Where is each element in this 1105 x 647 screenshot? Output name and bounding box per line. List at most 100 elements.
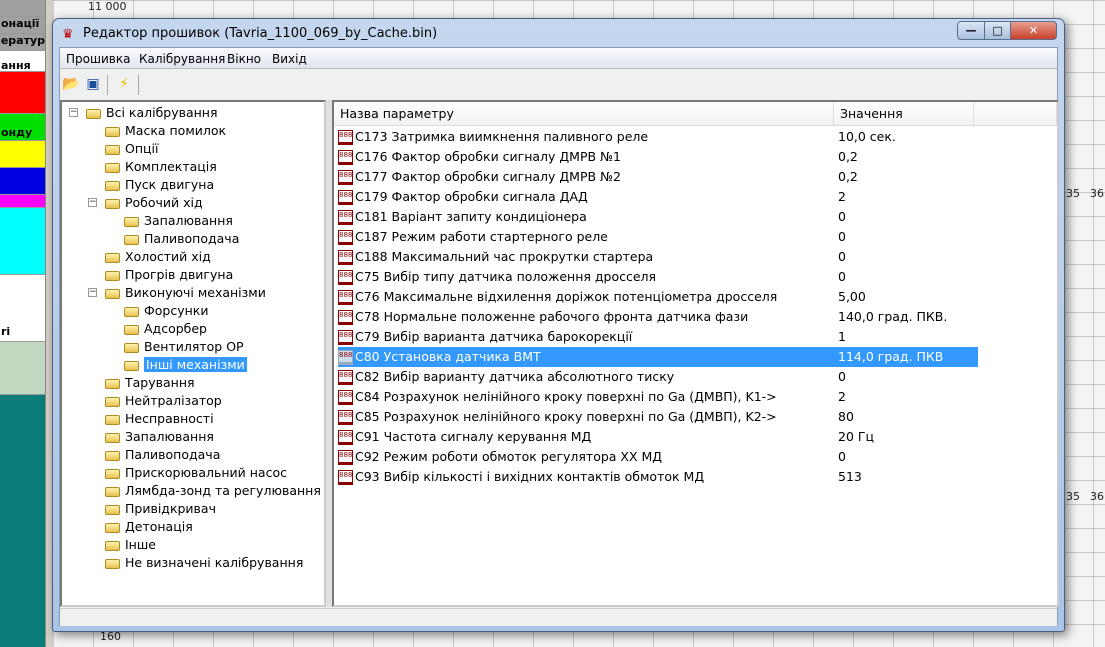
collapse-toggle-icon[interactable]: − — [88, 198, 97, 207]
firmware-editor-window: ♛ Редактор прошивок (Tavria_1100_069_by_… — [52, 18, 1065, 632]
tree-item[interactable]: Адсорбер — [124, 320, 207, 338]
parameter-row[interactable]: 888 C91 Частота сигналу керування МД 20 Гц — [338, 427, 978, 447]
collapse-toggle-icon[interactable]: − — [88, 288, 97, 297]
column-header-empty — [974, 102, 1057, 126]
bg-row: онації — [0, 17, 45, 34]
parameter-icon: 888 — [338, 230, 353, 245]
tree-item-label: Запалювання — [144, 213, 233, 228]
close-button[interactable]: ✕ — [1010, 21, 1057, 40]
tree-item[interactable]: Тарування — [105, 374, 195, 392]
menu-calibration[interactable]: Калібрування — [139, 52, 225, 66]
x-axis-tick: 35 — [1066, 490, 1080, 503]
parameter-name: C82 Вибір варианту датчика абсолютного т… — [355, 369, 675, 384]
parameter-name: C85 Розрахунок нелінійного кроку поверхн… — [355, 409, 777, 424]
tree-item[interactable]: Вентилятор ОР — [124, 338, 244, 356]
folder-icon — [105, 270, 120, 281]
parameter-name: C75 Вибір типу датчика положення дроссел… — [355, 269, 657, 284]
tree-item[interactable]: − Виконуючі механізми — [88, 284, 266, 302]
tree-item-label: Не визначені калібрування — [125, 555, 304, 570]
tree-item[interactable]: Інші механізми — [124, 356, 247, 374]
save-disk-icon[interactable]: ▣ — [84, 75, 102, 93]
tree-item[interactable]: Запалювання — [105, 428, 214, 446]
parameter-name: C176 Фактор обробки сигналу ДМРВ №1 — [355, 149, 622, 164]
parameter-icon: 888 — [338, 470, 353, 485]
maximize-button[interactable]: □ — [984, 21, 1011, 40]
tree-item[interactable]: Не визначені калібрування — [105, 554, 303, 572]
parameter-name: C78 Нормальне положенне рабочого фронта … — [355, 309, 749, 324]
menu-exit[interactable]: Вихід — [272, 52, 307, 66]
parameter-row[interactable]: 888 C85 Розрахунок нелінійного кроку пове… — [338, 407, 978, 427]
tree-item-label: Детонація — [125, 519, 193, 534]
y-axis-label: 11 000 — [88, 0, 127, 13]
tree-item[interactable]: − Робочий хід — [88, 194, 203, 212]
tree-item[interactable]: Нейтралізатор — [105, 392, 222, 410]
tree-item-label: Інші механізми — [144, 357, 247, 372]
tree-item-label: Адсорбер — [144, 321, 207, 336]
parameter-icon: 888 — [338, 310, 353, 325]
tree-item[interactable]: Привідкривач — [105, 500, 216, 518]
parameter-row[interactable]: 888 C187 Режим работи стартерного реле 0 — [338, 227, 978, 247]
parameter-row[interactable]: 888 C92 Режим роботи обмоток регулятора Х… — [338, 447, 978, 467]
toolbar-separator — [107, 75, 108, 95]
tree-item[interactable]: Прискорювальний насос — [105, 464, 287, 482]
tree-item[interactable]: Детонація — [105, 518, 193, 536]
calibration-tree[interactable]: − Всі калібрування Маска помилок Опції Компл… — [60, 100, 326, 607]
parameter-row[interactable]: 888 C93 Вибір кількості і вихідних контак… — [338, 467, 978, 487]
parameter-name: C84 Розрахунок нелінійного кроку поверхн… — [355, 389, 777, 404]
parameter-row[interactable]: 888 C76 Максимальне відхилення доріжок по… — [338, 287, 978, 307]
parameter-row[interactable]: 888 C79 Вибір варианта датчика барокорекц… — [338, 327, 978, 347]
parameter-name: C188 Максимальний час прокрутки стартера — [355, 249, 654, 264]
tree-item[interactable]: Форсунки — [124, 302, 208, 320]
tree-item[interactable]: Комплектація — [105, 158, 217, 176]
column-header-name[interactable]: Назва параметру — [334, 102, 834, 126]
parameter-row[interactable]: 888 C173 Затримка виимкнення паливного ре… — [338, 127, 978, 147]
bg-row — [0, 208, 45, 275]
column-header-value[interactable]: Значення — [834, 102, 974, 126]
parameter-row[interactable]: 888 C179 Фактор обробки сигнала ДАД 2 — [338, 187, 978, 207]
tree-item[interactable]: − Всі калібрування — [69, 104, 218, 122]
folder-icon — [105, 486, 120, 497]
minimize-button[interactable]: — — [957, 21, 985, 40]
parameter-value: 0,2 — [838, 169, 858, 184]
tree-item[interactable]: Прогрів двигуна — [105, 266, 233, 284]
parameter-value: 0 — [838, 249, 846, 264]
parameter-name: C93 Вибір кількості і вихідних контактів… — [355, 469, 705, 484]
tree-item[interactable]: Паливоподача — [105, 446, 220, 464]
tree-item[interactable]: Лямбда-зонд та регулювання — [105, 482, 321, 500]
tree-item[interactable]: Холостий хід — [105, 248, 211, 266]
parameter-row[interactable]: 888 C82 Вибір варианту датчика абсолютног… — [338, 367, 978, 387]
window-title: Редактор прошивок (Tavria_1100_069_by_Ca… — [83, 26, 438, 41]
tree-item[interactable]: Інше — [105, 536, 156, 554]
parameter-row[interactable]: 888 C80 Установка датчика ВМТ 114,0 град. … — [338, 347, 978, 367]
parameter-row[interactable]: 888 C78 Нормальне положенне рабочого фрон… — [338, 307, 978, 327]
tree-item[interactable]: Пуск двигуна — [105, 176, 214, 194]
bg-row — [0, 141, 45, 168]
tree-item[interactable]: Маска помилок — [105, 122, 226, 140]
tree-item[interactable]: Опції — [105, 140, 158, 158]
menu-window[interactable]: Вікно — [227, 52, 261, 66]
parameter-icon: 888 — [338, 250, 353, 265]
parameter-list[interactable]: Назва параметру Значення 888 C173 Затримк… — [332, 100, 1059, 607]
tree-item-label: Лямбда-зонд та регулювання — [125, 483, 321, 498]
parameter-value: 0 — [838, 449, 846, 464]
parameter-icon: 888 — [338, 410, 353, 425]
collapse-toggle-icon[interactable]: − — [69, 108, 78, 117]
tree-item[interactable]: Паливоподача — [124, 230, 239, 248]
parameter-row[interactable]: 888 C177 Фактор обробки сигналу ДМРВ №2 0,… — [338, 167, 978, 187]
parameter-row[interactable]: 888 C188 Максимальний час прокрутки старт… — [338, 247, 978, 267]
parameter-row[interactable]: 888 C176 Фактор обробки сигналу ДМРВ №1 0,… — [338, 147, 978, 167]
parameter-name: C91 Частота сигналу керування МД — [355, 429, 592, 444]
tree-item[interactable]: Несправності — [105, 410, 214, 428]
tree-item[interactable]: Запалювання — [124, 212, 233, 230]
parameter-row[interactable]: 888 C181 Варіант запиту кондиціонера 0 — [338, 207, 978, 227]
folder-icon — [105, 126, 120, 137]
parameter-row[interactable]: 888 C84 Розрахунок нелінійного кроку пове… — [338, 387, 978, 407]
lightning-icon[interactable]: ⚡ — [115, 75, 133, 93]
parameter-value: 513 — [838, 469, 862, 484]
parameter-value: 10,0 сек. — [838, 129, 896, 144]
parameter-icon: 888 — [338, 390, 353, 405]
open-folder-icon[interactable]: 📂 — [62, 75, 80, 93]
parameter-row[interactable]: 888 C75 Вибір типу датчика положення дрос… — [338, 267, 978, 287]
menu-firmware[interactable]: Прошивка — [66, 52, 130, 66]
parameter-value: 80 — [838, 409, 854, 424]
